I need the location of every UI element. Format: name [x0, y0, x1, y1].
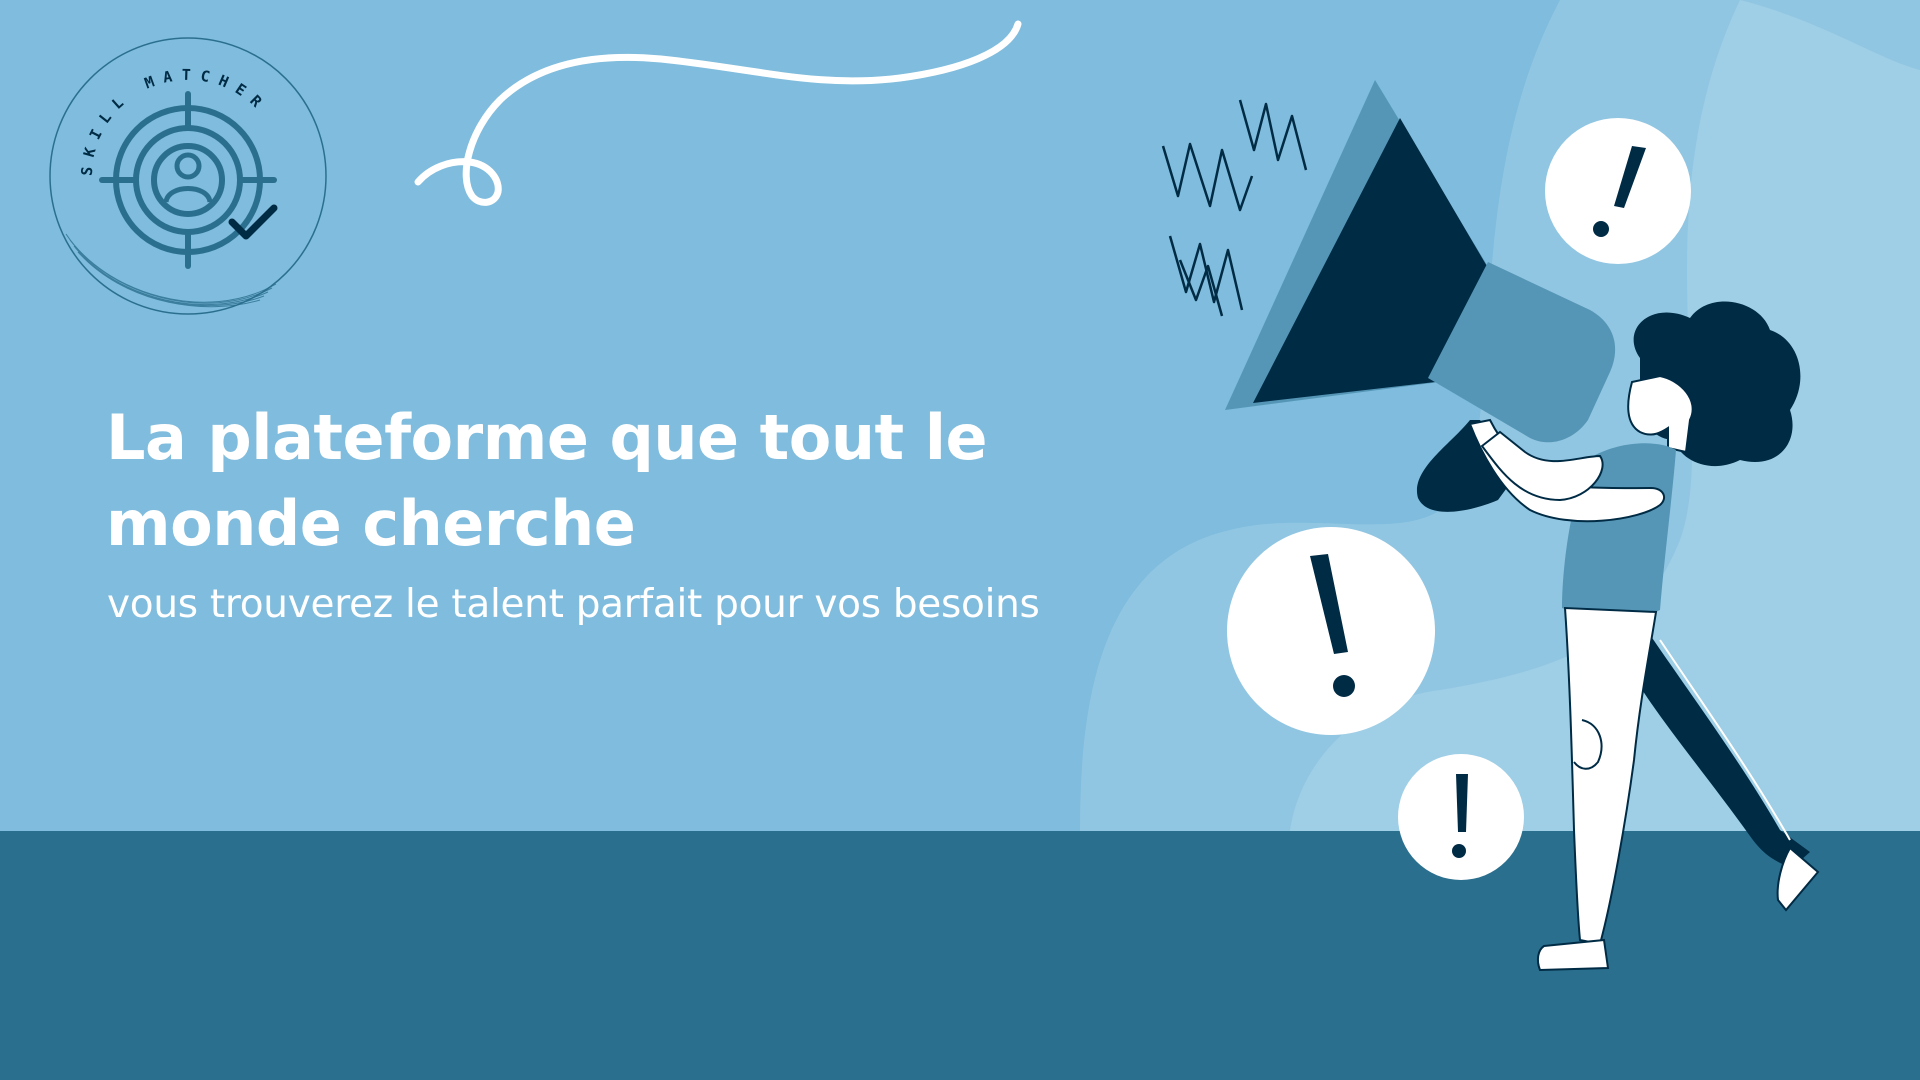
title-line-2: monde cherche	[106, 487, 636, 560]
page-title: La plateforme que tout le monde cherche	[106, 395, 1106, 567]
exclamation-icon	[1545, 118, 1691, 264]
page-subtitle: vous trouverez le talent parfait pour vo…	[107, 582, 1040, 627]
title-line-1: La plateforme que tout le	[106, 401, 988, 474]
exclamation-icon	[1227, 527, 1435, 735]
hero-banner: SKILL MATCHER La plateforme que tout le …	[0, 0, 1920, 1080]
exclamation-icon	[1398, 754, 1524, 880]
